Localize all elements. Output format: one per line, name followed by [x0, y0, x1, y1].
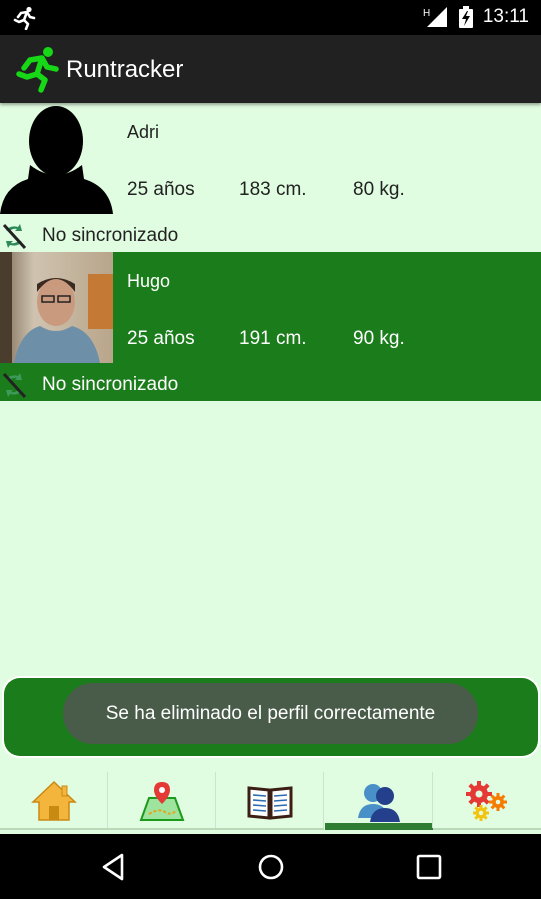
- profile-height: 183 cm.: [239, 179, 307, 200]
- green-runner-icon: [16, 47, 59, 93]
- app-bar: Runtracker: [0, 35, 541, 103]
- profile-weight: 80 kg.: [353, 179, 405, 200]
- open-book-icon: [247, 786, 293, 820]
- tab-underline-active: [325, 823, 433, 830]
- photo-avatar: [0, 252, 113, 363]
- tab-underline: [433, 828, 541, 830]
- users-icon: [358, 784, 400, 822]
- tab-underline: [216, 828, 324, 830]
- sync-row: No sincronizado: [0, 222, 541, 252]
- sync-status: No sincronizado: [42, 374, 179, 395]
- profile-name: Hugo: [127, 271, 171, 291]
- map-pin-icon: [139, 782, 185, 821]
- status-time: 13:11: [482, 6, 529, 27]
- silhouette-avatar: [0, 103, 113, 214]
- tab-separator: [323, 772, 324, 828]
- tab-log[interactable]: [216, 770, 324, 832]
- profile-item-hugo[interactable]: Hugo 25 años 191 cm. 90 kg. No sincroniz…: [0, 252, 541, 401]
- app-title: Runtracker: [66, 56, 184, 83]
- home-icon: [31, 780, 77, 821]
- signal-icon: H: [423, 7, 447, 27]
- profile-age: 25 años: [127, 328, 195, 349]
- sync-off-icon: [2, 223, 27, 250]
- profile-item-adri[interactable]: Adri 25 años 183 cm. 80 kg. No sincroniz…: [0, 103, 541, 252]
- recents-icon[interactable]: [413, 851, 445, 883]
- sync-off-icon: [2, 372, 27, 399]
- running-man-icon: [13, 6, 36, 30]
- tab-profiles[interactable]: [325, 770, 433, 832]
- sync-status: No sincronizado: [42, 225, 179, 246]
- tab-underline: [0, 828, 108, 830]
- sync-row: No sincronizado: [0, 371, 541, 401]
- system-nav-bar: [0, 834, 541, 899]
- tab-settings[interactable]: [433, 770, 541, 832]
- profile-height: 191 cm.: [239, 328, 307, 349]
- profile-list: Adri 25 años 183 cm. 80 kg. No sincroniz…: [0, 103, 541, 667]
- tab-bar: [0, 770, 541, 832]
- gears-icon: [466, 781, 507, 821]
- home-nav-icon[interactable]: [255, 851, 287, 883]
- toast-message: Se ha eliminado el perfil correctamente: [63, 683, 478, 744]
- tab-home[interactable]: [0, 770, 108, 832]
- status-right: H 13:11: [423, 6, 529, 28]
- status-bar: H 13:11: [0, 0, 541, 35]
- signal-label: H: [423, 8, 430, 19]
- back-icon[interactable]: [98, 851, 130, 883]
- profile-weight: 90 kg.: [353, 328, 405, 349]
- tab-map[interactable]: [108, 770, 216, 832]
- tab-underline: [108, 828, 216, 830]
- battery-charging-icon: [458, 6, 473, 28]
- profile-name: Adri: [127, 122, 160, 142]
- profile-age: 25 años: [127, 179, 195, 200]
